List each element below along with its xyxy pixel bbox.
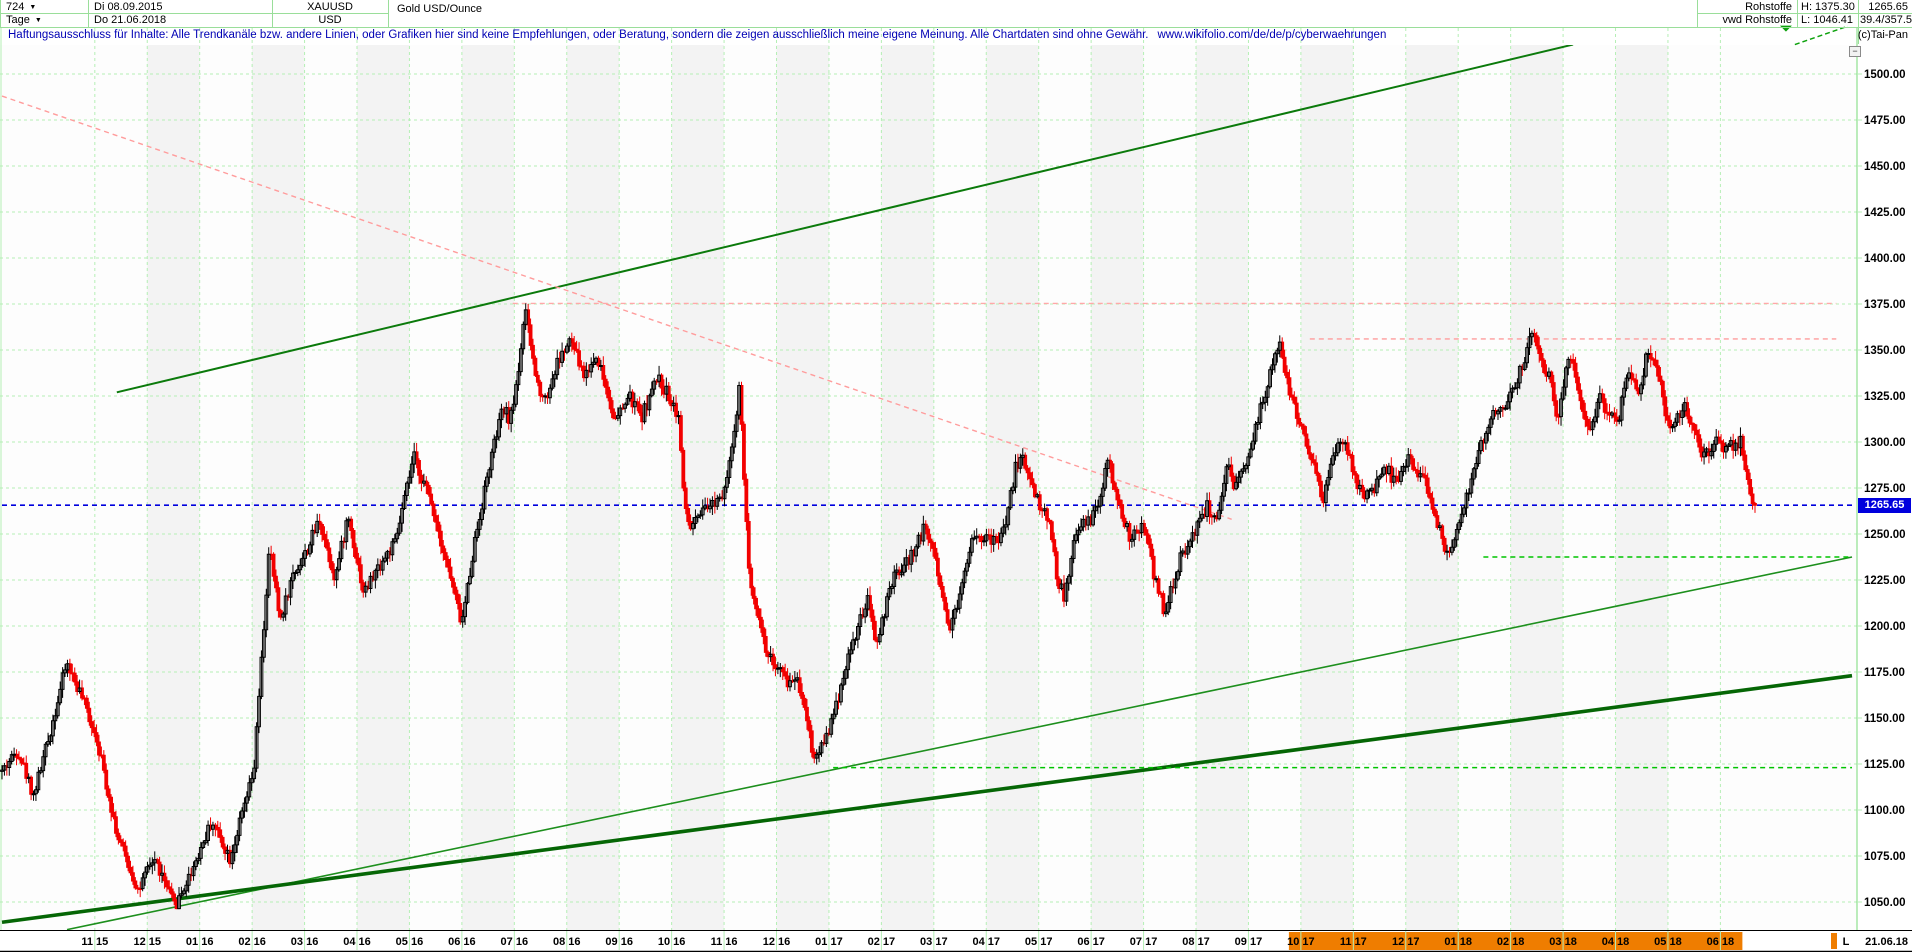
currency-label: USD xyxy=(318,14,342,26)
x-axis-label: 02 17 xyxy=(868,936,896,948)
x-axis-label: 04 17 xyxy=(972,936,1000,948)
header-border xyxy=(0,27,1912,28)
x-axis-label: 09 16 xyxy=(605,936,633,948)
x-axis-label: 03 16 xyxy=(291,936,319,948)
chart-canvas[interactable]: 11 15 12 15 01 16 02 16 03 16 04 16 05 16 06 16… xyxy=(0,0,1912,952)
y-axis-label: 1475.00 xyxy=(1864,115,1906,127)
x-axis-label: 05 18 xyxy=(1654,936,1682,948)
x-axis-label: 11 16 xyxy=(711,936,738,948)
header-border xyxy=(388,0,389,27)
x-axis-label: 10 17 xyxy=(1287,936,1315,948)
feed-label: vwd Rohstoffe xyxy=(1722,14,1792,26)
last-date-label: 21.06.18 xyxy=(1865,936,1908,948)
chevron-down-icon: ▼ xyxy=(34,17,42,24)
x-axis-label: 06 18 xyxy=(1707,936,1735,948)
x-axis-band: 11 15 12 15 01 16 02 16 03 16 04 16 05 16 06 16… xyxy=(0,930,1912,952)
x-axis-label: 12 15 xyxy=(133,936,161,948)
y-axis-label: 1375.00 xyxy=(1864,299,1906,311)
y-axis-label: 1200.00 xyxy=(1864,621,1906,633)
x-axis-label: 01 17 xyxy=(815,936,843,948)
x-axis-label: 03 18 xyxy=(1549,936,1577,948)
y-axis-label: 1500.00 xyxy=(1864,69,1906,81)
x-axis-label: 07 16 xyxy=(501,936,529,948)
header-border xyxy=(0,13,388,14)
x-axis-label: 04 18 xyxy=(1602,936,1630,948)
x-axis-label: 11 17 xyxy=(1340,936,1367,948)
y-axis-label: 1250.00 xyxy=(1864,529,1906,541)
instrument-name-label: Gold USD/Ounce xyxy=(397,3,482,15)
header-border xyxy=(1697,13,1912,14)
y-axis-label: 1150.00 xyxy=(1864,713,1905,725)
x-axis-label: 05 17 xyxy=(1025,936,1053,948)
x-axis-label: 08 16 xyxy=(553,936,581,948)
x-axis-label: 05 16 xyxy=(396,936,424,948)
y-axis-label: 1425.00 xyxy=(1864,207,1906,219)
x-axis-label: 11 15 xyxy=(81,936,108,948)
chevron-down-icon: ▼ xyxy=(29,4,37,11)
y-axis-label: 1100.00 xyxy=(1864,805,1905,817)
date-to-label: Do 21.06.2018 xyxy=(94,14,167,26)
y-axis-label: 1450.00 xyxy=(1864,161,1906,173)
y-axis-label: 1050.00 xyxy=(1864,897,1906,909)
y-axis-label: 1125.00 xyxy=(1864,759,1905,771)
x-axis-label: 02 16 xyxy=(238,936,266,948)
x-axis-label: 01 18 xyxy=(1444,936,1472,948)
collapse-pane-button[interactable]: − xyxy=(1849,46,1861,57)
x-axis-label: 02 18 xyxy=(1497,936,1525,948)
copyright-label: (c)Tai-Pan xyxy=(1857,29,1908,41)
x-axis-label: 06 17 xyxy=(1077,936,1105,948)
last-marker-label: L xyxy=(1843,936,1850,948)
x-axis-label: 07 17 xyxy=(1130,936,1158,948)
y-axis-labels: 1500.00 1475.00 1450.00 1425.00 1400.00 1375.… xyxy=(1857,69,1906,909)
x-axis-label: 10 16 xyxy=(658,936,686,948)
period-dropdown[interactable]: Tage ▼ xyxy=(6,14,82,27)
period-low-label: L: 1046.41 xyxy=(1801,14,1853,26)
x-axis-label: 06 16 xyxy=(448,936,476,948)
x-axis-label: 01 16 xyxy=(186,936,214,948)
y-axis-label: 1175.00 xyxy=(1864,667,1905,679)
disclaimer-text: Haftungsausschluss für Inhalte: Alle Tre… xyxy=(8,29,1387,41)
wikifolio-link: www.wikifolio.com/de/de/p/cyberwaehrunge… xyxy=(1157,29,1387,41)
x-axis-label: 12 16 xyxy=(763,936,791,948)
x-axis-label: 04 16 xyxy=(343,936,371,948)
range-label: 39.4/357.5 xyxy=(1860,14,1912,26)
y-axis-label: 1075.00 xyxy=(1864,851,1906,863)
x-axis-label: 03 17 xyxy=(920,936,948,948)
x-axis-label: 09 17 xyxy=(1235,936,1263,948)
period-value: Tage xyxy=(6,14,30,26)
y-axis-label: 1325.00 xyxy=(1864,391,1906,403)
x-axis-label: 12 17 xyxy=(1392,936,1420,948)
y-axis-label: 1350.00 xyxy=(1864,345,1906,357)
y-axis-label: 1400.00 xyxy=(1864,253,1906,265)
y-axis-label: 1300.00 xyxy=(1864,437,1906,449)
x-axis-label: 08 17 xyxy=(1182,936,1210,948)
current-price-badge: 1265.65 xyxy=(1858,498,1911,513)
highlight-tick xyxy=(1831,933,1837,949)
bars-count-value: 724 xyxy=(6,1,25,13)
taipan-chart-window: 11 15 12 15 01 16 02 16 03 16 04 16 05 16 06 16… xyxy=(0,0,1912,952)
y-axis-label: 1225.00 xyxy=(1864,575,1906,587)
y-axis-label: 1275.00 xyxy=(1864,483,1906,495)
